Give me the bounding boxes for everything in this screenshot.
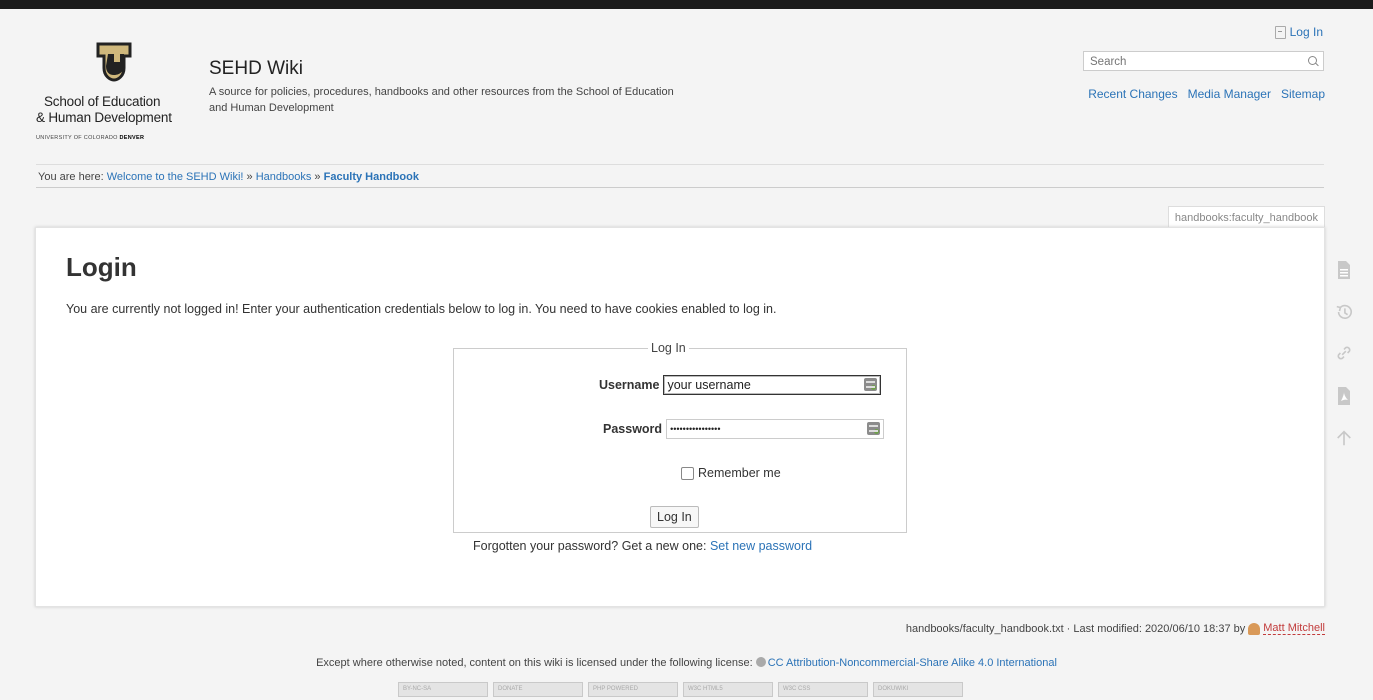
username-row: Username: [599, 375, 882, 395]
header-divider: [36, 164, 1324, 165]
doc-info-text: handbooks/faculty_handbook.txt · Last mo…: [905, 622, 1246, 635]
remember-me-checkbox[interactable]: [681, 466, 694, 480]
login-link[interactable]: Log In: [1274, 25, 1323, 39]
password-input[interactable]: [667, 420, 864, 438]
page-content: Login You are currently not logged in! E…: [35, 227, 1325, 607]
site-title[interactable]: SEHD Wiki: [209, 58, 303, 80]
breadcrumb-separator: »: [246, 171, 253, 183]
site-tagline: A source for policies, procedures, handb…: [209, 86, 674, 114]
sitemap-link[interactable]: Sitemap: [1281, 87, 1325, 101]
username-label: Username: [599, 378, 660, 392]
license-link[interactable]: CC Attribution-Noncommercial-Share Alike…: [768, 657, 1057, 669]
back-to-top-icon[interactable]: [1335, 428, 1353, 448]
password-manager-icon[interactable]: [864, 378, 878, 391]
breadcrumb-prefix: You are here:: [38, 171, 104, 183]
search-icon[interactable]: [1308, 56, 1317, 65]
login-icon: [1274, 25, 1286, 39]
search-box: [1083, 51, 1324, 71]
password-manager-icon[interactable]: [867, 422, 881, 435]
login-intro-text: You are currently not logged in! Enter y…: [66, 302, 777, 316]
old-revisions-icon[interactable]: [1335, 302, 1353, 322]
recent-changes-link[interactable]: Recent Changes: [1088, 87, 1177, 101]
breadcrumb-separator: »: [314, 171, 321, 183]
user-icon: [1248, 622, 1261, 635]
cc-icon: [755, 657, 766, 667]
media-manager-link[interactable]: Media Manager: [1188, 87, 1271, 101]
search-input[interactable]: [1084, 53, 1311, 71]
forgot-password-prefix: Forgotten your password? Get a new one:: [473, 539, 707, 553]
username-input[interactable]: [664, 376, 861, 394]
logo-text-university: UNIVERSITY OF COLORADO DENVER: [36, 135, 145, 141]
dokuwiki-badge[interactable]: DOKUWIKI: [873, 682, 963, 697]
w3c-css-badge[interactable]: W3C CSS: [778, 682, 868, 697]
author-link[interactable]: Matt Mitchell: [1263, 622, 1325, 635]
login-submit-button[interactable]: Log In: [650, 506, 699, 528]
license-notice: Except where otherwise noted, content on…: [0, 657, 1373, 669]
logo-text-school: School of Education: [44, 94, 161, 109]
site-tools: Recent Changes Media Manager Sitemap: [1088, 87, 1325, 101]
password-field-wrap: [666, 419, 885, 439]
forgot-password-text: Forgotten your password? Get a new one: …: [473, 539, 812, 553]
remember-me-row[interactable]: Remember me: [681, 466, 781, 480]
donate-badge[interactable]: DONATE: [493, 682, 583, 697]
login-form-legend: Log In: [651, 341, 686, 355]
remember-me-label: Remember me: [698, 466, 781, 480]
password-row: Password: [603, 419, 885, 439]
username-field-wrap: [663, 375, 882, 395]
breadcrumb-item-home[interactable]: Welcome to the SEHD Wiki!: [107, 171, 244, 183]
cc-license-badge[interactable]: BY-NC-SA: [398, 682, 488, 697]
cu-logo-icon: [96, 42, 132, 82]
php-powered-badge[interactable]: PHP POWERED: [588, 682, 678, 697]
breadcrumb-divider: [36, 187, 1324, 188]
w3c-html5-badge[interactable]: W3C HTML5: [683, 682, 773, 697]
footer-badges: BY-NC-SA DONATE PHP POWERED W3C HTML5 W3…: [398, 682, 963, 697]
doc-info: handbooks/faculty_handbook.txt · Last mo…: [906, 622, 1325, 635]
breadcrumb-item-current[interactable]: Faculty Handbook: [324, 171, 419, 183]
top-bar: [0, 0, 1373, 9]
breadcrumb-item-handbooks[interactable]: Handbooks: [256, 171, 312, 183]
set-new-password-link[interactable]: Set new password: [710, 539, 812, 553]
show-page-icon[interactable]: [1335, 260, 1353, 280]
page-id: handbooks:faculty_handbook: [1167, 206, 1325, 229]
export-pdf-icon[interactable]: [1335, 386, 1353, 406]
login-form: Log In Username Password Remember me Log…: [453, 341, 907, 533]
password-label: Password: [603, 422, 663, 436]
backlinks-icon[interactable]: [1335, 343, 1353, 363]
logo-text-development: & Human Development: [36, 110, 172, 125]
login-link-label: Log In: [1289, 25, 1323, 39]
breadcrumb: You are here: Welcome to the SEHD Wiki! …: [38, 171, 419, 183]
license-text: Except where otherwise noted, content on…: [316, 657, 753, 669]
site-logo[interactable]: School of Education & Human Development …: [36, 40, 204, 146]
page-title: Login: [66, 252, 137, 282]
